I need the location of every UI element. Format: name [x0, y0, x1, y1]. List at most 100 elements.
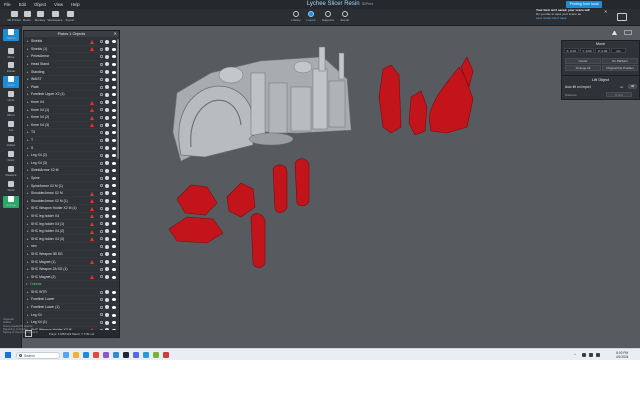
visibility-eye-icon[interactable]: [112, 85, 117, 89]
volume-icon[interactable]: [589, 353, 593, 357]
support-icon[interactable]: [105, 92, 109, 97]
support-icon[interactable]: [105, 312, 109, 317]
tool-move[interactable]: Move: [3, 48, 19, 60]
menu-file[interactable]: File: [4, 2, 11, 7]
visibility-eye-icon[interactable]: [112, 313, 117, 317]
support-icon[interactable]: [105, 130, 109, 135]
support-icon[interactable]: [105, 145, 109, 150]
outlook-icon[interactable]: [113, 351, 119, 358]
visibility-eye-icon[interactable]: [112, 108, 117, 112]
object-row[interactable]: ▸ ShoulderArmor X2 M: [24, 190, 119, 198]
tool-rotate[interactable]: Rotate: [3, 62, 19, 74]
object-row[interactable]: ▸ Head Stand: [24, 61, 119, 69]
app-icon[interactable]: [153, 351, 159, 358]
visibility-eye-icon[interactable]: [112, 70, 117, 74]
tool-scale[interactable]: Scale: [3, 76, 19, 88]
profile-icon[interactable]: [617, 13, 627, 21]
grey-part[interactable]: [312, 68, 328, 130]
lock-icon[interactable]: [100, 222, 103, 226]
tool-drain[interactable]: Drain: [3, 151, 19, 163]
support-icon[interactable]: [105, 221, 109, 226]
tool-select[interactable]: Select: [3, 29, 19, 41]
object-row[interactable]: ▸ Plate: [24, 84, 119, 92]
lock-icon[interactable]: [100, 100, 103, 104]
object-row[interactable]: ▸ Shields (1): [24, 46, 119, 54]
file-explorer-icon[interactable]: [73, 351, 79, 358]
red-supported-model[interactable]: [408, 90, 428, 136]
lock-icon[interactable]: [100, 245, 103, 249]
object-row[interactable]: ▸ PelvisArmor: [24, 53, 119, 61]
object-row[interactable]: ▸ SHC Magnet (1): [24, 258, 119, 266]
minimize-icon[interactable]: [624, 30, 632, 35]
export-file-button[interactable]: Export: [58, 11, 82, 25]
support-icon[interactable]: [105, 297, 109, 302]
save-locally-link[interactable]: save locally: [536, 16, 552, 20]
red-supported-model[interactable]: [168, 216, 224, 244]
object-row[interactable]: ▸ SHC leg holder X4: [24, 213, 119, 221]
print-button[interactable]: Printing from local: [566, 1, 602, 8]
taskbar-search[interactable]: Search: [16, 351, 60, 359]
lock-icon[interactable]: [100, 85, 103, 89]
lock-icon[interactable]: [100, 275, 103, 279]
visibility-eye-icon[interactable]: [112, 290, 117, 294]
lock-icon[interactable]: [100, 305, 103, 309]
lock-icon[interactable]: [100, 214, 103, 218]
lock-icon[interactable]: [100, 115, 103, 119]
tray-overflow-icon[interactable]: ^: [574, 353, 576, 357]
red-supported-model[interactable]: [294, 158, 310, 207]
object-list-scrollbar[interactable]: [117, 39, 119, 159]
taskbar-clock[interactable]: 8:00 PM 4/1/2024: [616, 351, 628, 359]
object-row[interactable]: ▸ S: [24, 144, 119, 152]
object-row[interactable]: ▸ Forelimb Lower: [24, 296, 119, 304]
menu-object[interactable]: Object: [34, 2, 46, 7]
visibility-eye-icon[interactable]: [112, 199, 117, 203]
object-row[interactable]: ▸ T3: [24, 129, 119, 137]
support-icon[interactable]: [105, 168, 109, 173]
object-row[interactable]: ▸ SHC WTR: [24, 289, 119, 297]
lock-icon[interactable]: [100, 70, 103, 74]
red-supported-model[interactable]: [250, 213, 266, 268]
menu-edit[interactable]: Edit: [19, 2, 26, 7]
y-input[interactable]: Y: 0.00: [579, 48, 595, 53]
object-row[interactable]: ▸ SHC Weapon 2A SG (1): [24, 266, 119, 274]
object-row[interactable]: ▸ SHC leg holder X4 (1): [24, 220, 119, 228]
lock-icon[interactable]: [100, 131, 103, 135]
center-button[interactable]: Center: [565, 58, 601, 64]
support-icon[interactable]: [105, 206, 109, 211]
dont-save-link[interactable]: Don't save: [552, 16, 566, 20]
support-icon[interactable]: [105, 39, 109, 44]
object-row[interactable]: ▸ SpineArmor X2 M (1): [24, 182, 119, 190]
visibility-eye-icon[interactable]: [112, 275, 117, 279]
object-row[interactable]: ▸ neo: [24, 243, 119, 251]
teams-icon[interactable]: [103, 351, 109, 358]
visibility-eye-icon[interactable]: [112, 123, 117, 127]
x-input[interactable]: X: 0.00: [564, 48, 579, 53]
network-icon[interactable]: [582, 353, 586, 357]
menu-view[interactable]: View: [54, 2, 63, 7]
lock-icon[interactable]: [100, 77, 103, 81]
object-row[interactable]: ▸ Leg X4 (2): [24, 152, 119, 160]
object-row[interactable]: ▸ SHC Magnet (2): [24, 273, 119, 281]
lock-icon[interactable]: [100, 290, 103, 294]
lock-icon[interactable]: [100, 169, 103, 173]
lock-icon[interactable]: [100, 267, 103, 271]
object-row[interactable]: ▸ Shields: [24, 38, 119, 46]
menu-help[interactable]: Help: [71, 2, 80, 7]
object-row[interactable]: ▸ T: [24, 137, 119, 145]
visibility-eye-icon[interactable]: [112, 237, 117, 241]
support-icon[interactable]: [105, 244, 109, 249]
object-row[interactable]: ▸ Forelimb Lower (1): [24, 304, 119, 312]
lock-icon[interactable]: [100, 184, 103, 188]
lock-icon[interactable]: [100, 62, 103, 66]
red-supported-model[interactable]: [378, 64, 402, 134]
app-icon[interactable]: [163, 351, 169, 358]
lock-icon[interactable]: [100, 161, 103, 165]
lock-icon[interactable]: [100, 47, 103, 51]
object-row[interactable]: ▸ Knee X4 (2): [24, 114, 119, 122]
support-icon[interactable]: [105, 115, 109, 120]
support-icon[interactable]: [105, 54, 109, 59]
tool-undo[interactable]: Undo: [3, 91, 19, 103]
grey-part[interactable]: [293, 60, 313, 74]
close-icon[interactable]: ✕: [113, 31, 117, 36]
lock-icon[interactable]: [100, 153, 103, 157]
